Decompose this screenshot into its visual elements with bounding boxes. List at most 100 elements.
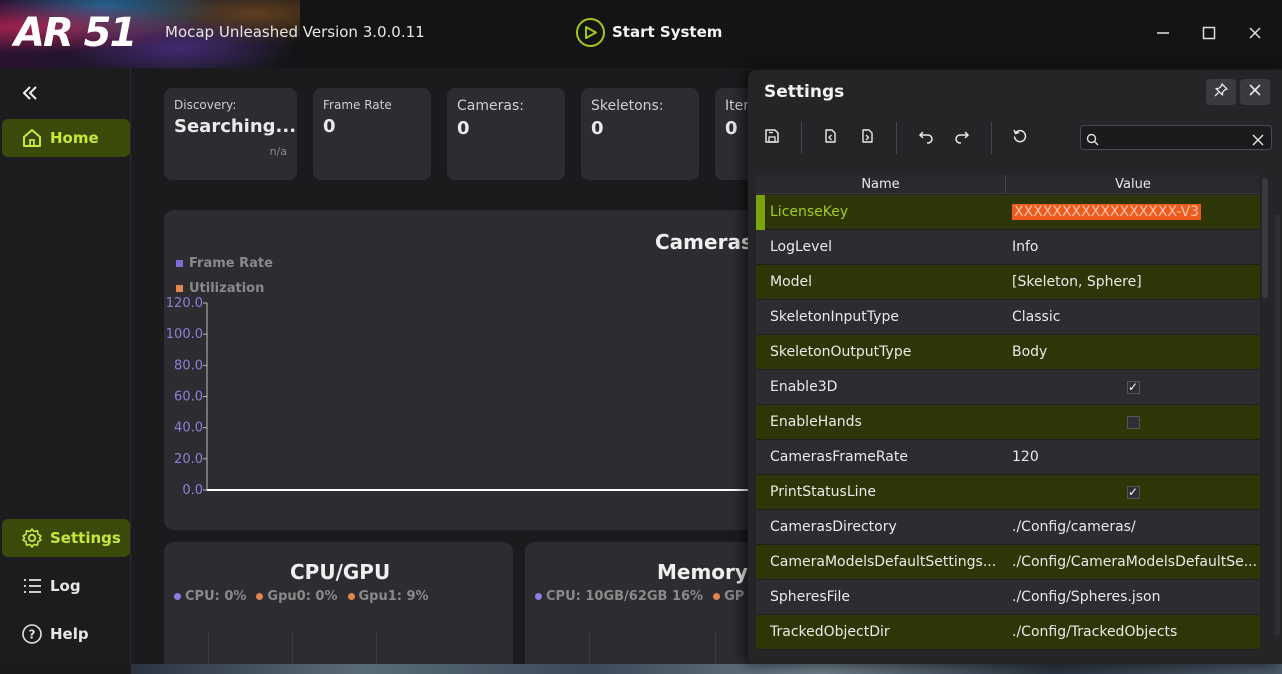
search-input[interactable]	[1103, 128, 1243, 147]
export-button[interactable]	[855, 126, 879, 150]
skeletons-card: Skeletons: 0	[581, 88, 699, 180]
panel-title: CPU/GPU	[290, 560, 391, 584]
setting-value[interactable]: ./Config/cameras/	[1006, 519, 1260, 535]
y-tick-label: 100.0	[166, 327, 203, 342]
cameras-chart-plot: 120.0 100.0 80.0 60.0 40.0 20.0 0.0	[166, 296, 764, 498]
license-key-value[interactable]: XXXXXXXXXXXXXXXXX-V3	[1012, 204, 1202, 220]
settings-row-trackedobjectdir[interactable]: TrackedObjectDir ./Config/TrackedObjects	[756, 615, 1260, 650]
setting-name: SkeletonInputType	[770, 309, 899, 325]
stat-value: 0	[591, 118, 604, 139]
selection-indicator	[756, 195, 765, 230]
setting-value[interactable]: XXXXXXXXXXXXXXXXX-V3	[1006, 204, 1260, 220]
setting-value[interactable]: [Skeleton, Sphere]	[1006, 274, 1260, 290]
sidebar-item-log[interactable]: Log	[2, 567, 130, 605]
close-settings-button[interactable]	[1240, 79, 1270, 105]
header-scrollbar[interactable]	[1262, 178, 1268, 298]
memory-legend: CPU: 10GB/62GB 16% GP	[535, 589, 744, 604]
settings-panel: Settings Name Value LicenseKey XXXXXXXXX…	[748, 70, 1282, 664]
legend-gpu1[interactable]: Gpu1: 9%	[347, 589, 429, 604]
home-icon	[20, 126, 44, 150]
settings-row-camerasdirectory[interactable]: CamerasDirectory ./Config/cameras/	[756, 510, 1260, 545]
settings-scrollbar[interactable]	[1275, 215, 1280, 635]
sidebar-item-label: Home	[50, 129, 99, 147]
setting-value[interactable]: ./Config/CameraModelsDefaultSe...	[1006, 554, 1260, 570]
start-system-button[interactable]: Start System	[576, 17, 722, 47]
legend-memory-cpu[interactable]: CPU: 10GB/62GB 16%	[535, 589, 703, 604]
legend-gpu0[interactable]: Gpu0: 0%	[256, 589, 338, 604]
stat-value: 0	[323, 116, 336, 137]
setting-name: Enable3D	[770, 379, 838, 395]
setting-checkbox[interactable]: ✓	[1006, 380, 1260, 394]
settings-table-body: LicenseKey XXXXXXXXXXXXXXXXX-V3 LogLevel In…	[756, 195, 1260, 664]
stat-label: Cameras:	[457, 98, 524, 114]
gear-icon	[20, 526, 44, 550]
settings-row-model[interactable]: Model [Skeleton, Sphere]	[756, 265, 1260, 300]
redo-button[interactable]	[950, 126, 974, 150]
setting-checkbox[interactable]	[1006, 415, 1260, 429]
undo-button[interactable]	[914, 126, 938, 150]
play-icon	[576, 17, 605, 47]
discovery-card: Discovery: Searching... n/a	[164, 88, 297, 180]
sidebar-item-label: Log	[50, 577, 81, 595]
close-window-button[interactable]	[1240, 18, 1270, 48]
setting-value[interactable]: ./Config/Spheres.json	[1006, 589, 1260, 605]
close-icon	[1249, 84, 1261, 100]
sidebar-item-home[interactable]: Home	[2, 119, 130, 157]
y-tick-label: 20.0	[174, 452, 203, 467]
svg-text:?: ?	[29, 628, 36, 642]
minimize-button[interactable]	[1148, 18, 1178, 48]
settings-row-spheresfile[interactable]: SpheresFile ./Config/Spheres.json	[756, 580, 1260, 615]
settings-row-skeletonoutputtype[interactable]: SkeletonOutputType Body	[756, 335, 1260, 370]
settings-row-loglevel[interactable]: LogLevel Info	[756, 230, 1260, 265]
setting-name: LicenseKey	[770, 204, 849, 220]
sidebar-item-label: Help	[50, 625, 89, 643]
settings-row-printstatusline[interactable]: PrintStatusLine ✓	[756, 475, 1260, 510]
maximize-button[interactable]	[1194, 18, 1224, 48]
checkbox-unchecked[interactable]	[1126, 415, 1140, 429]
collapse-sidebar-icon[interactable]	[22, 81, 38, 106]
setting-value[interactable]: Body	[1006, 344, 1260, 360]
stat-label: Frame Rate	[323, 98, 392, 112]
legend-cpu[interactable]: CPU: 0%	[174, 589, 246, 604]
settings-row-enable3d[interactable]: Enable3D ✓	[756, 370, 1260, 405]
reset-icon	[1012, 128, 1028, 148]
settings-row-skeletoninputtype[interactable]: SkeletonInputType Classic	[756, 300, 1260, 335]
setting-value[interactable]: Info	[1006, 239, 1260, 255]
y-tick-label: 60.0	[174, 390, 203, 405]
import-file-icon	[822, 128, 838, 148]
pin-button[interactable]	[1206, 79, 1236, 105]
settings-row-cameramodelsdefaultsettings[interactable]: CameraModelsDefaultSettings... ./Config/C…	[756, 545, 1260, 580]
settings-row-camerasframerate[interactable]: CamerasFrameRate 120	[756, 440, 1260, 475]
setting-value[interactable]: ./Config/TrackedObjects	[1006, 624, 1260, 640]
sidebar-item-settings[interactable]: Settings	[2, 519, 130, 557]
reset-button[interactable]	[1008, 126, 1032, 150]
column-header-name[interactable]: Name	[756, 175, 1006, 193]
setting-name: Model	[770, 274, 813, 290]
stat-sub: n/a	[269, 145, 287, 158]
redo-icon	[954, 128, 970, 148]
stat-label: Skeletons:	[591, 98, 664, 114]
clear-search-icon[interactable]	[1252, 131, 1264, 150]
background-art-strip	[131, 664, 1282, 674]
setting-name: SkeletonOutputType	[770, 344, 912, 360]
setting-checkbox[interactable]: ✓	[1006, 485, 1260, 499]
legend-memory-gpu[interactable]: GP	[713, 589, 744, 604]
settings-row-enablehands[interactable]: EnableHands	[756, 405, 1260, 440]
import-button[interactable]	[818, 126, 842, 150]
setting-name: CameraModelsDefaultSettings...	[770, 554, 997, 570]
setting-name: PrintStatusLine	[770, 484, 876, 500]
checkbox-checked[interactable]: ✓	[1126, 485, 1140, 499]
sidebar-item-help[interactable]: ? Help	[2, 615, 130, 653]
stat-value: 0	[457, 118, 470, 139]
setting-name: CamerasDirectory	[770, 519, 897, 535]
checkbox-checked[interactable]: ✓	[1126, 380, 1140, 394]
setting-value[interactable]: Classic	[1006, 309, 1260, 325]
stat-label: Discovery:	[174, 98, 237, 112]
stat-value: Searching...	[174, 116, 297, 137]
help-icon: ?	[20, 622, 44, 646]
settings-row-licensekey[interactable]: LicenseKey XXXXXXXXXXXXXXXXX-V3	[756, 195, 1260, 230]
setting-value[interactable]: 120	[1006, 449, 1260, 465]
column-header-value[interactable]: Value	[1006, 175, 1260, 193]
setting-name: SpheresFile	[770, 589, 851, 605]
save-button[interactable]	[760, 126, 784, 150]
